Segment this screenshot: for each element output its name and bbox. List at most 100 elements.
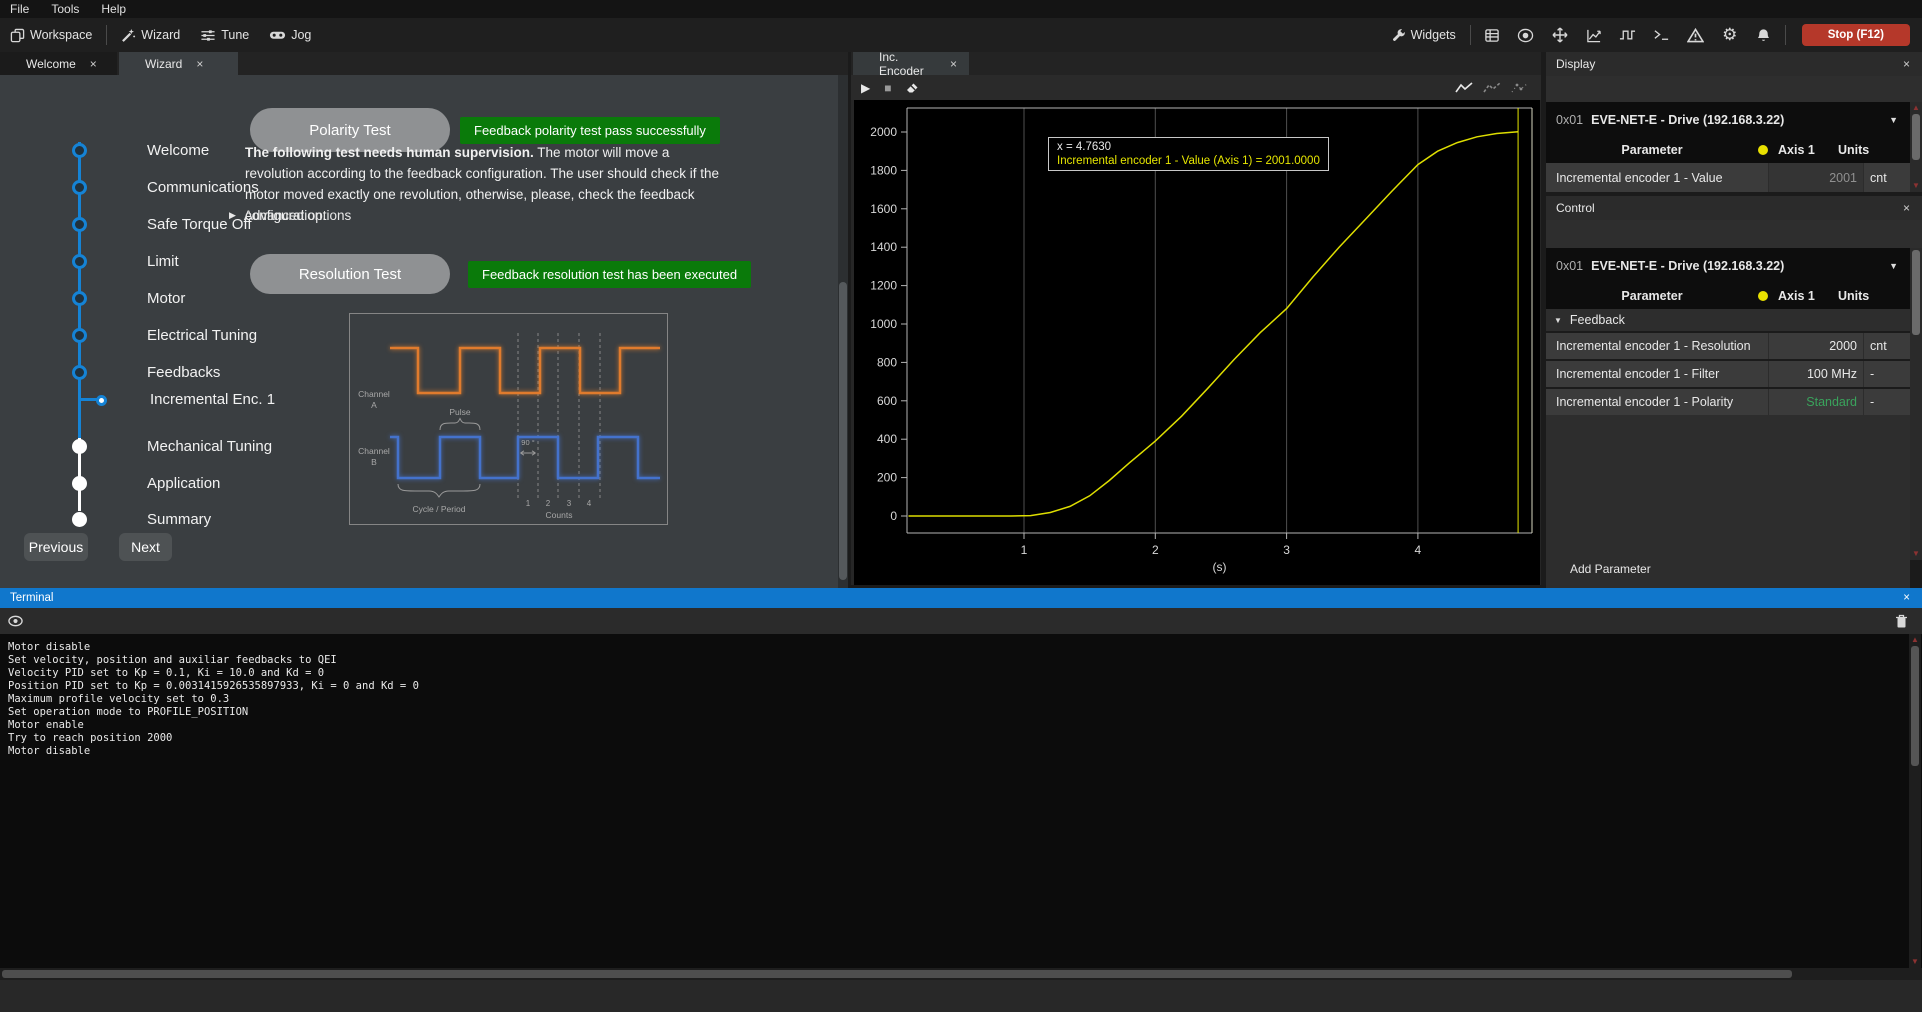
tab-wizard[interactable]: Wizard × xyxy=(119,52,238,75)
wizard-scrollbar[interactable] xyxy=(838,75,848,588)
eraser-icon[interactable] xyxy=(905,82,919,94)
menu-file[interactable]: File xyxy=(10,2,29,16)
count-1: 1 xyxy=(526,499,531,508)
control-row-filter[interactable]: Incremental encoder 1 - Filter 100 MHz - xyxy=(1546,361,1910,387)
parameter-value[interactable]: 2000 xyxy=(1768,333,1864,359)
control-row-resolution[interactable]: Incremental encoder 1 - Resolution 2000 … xyxy=(1546,333,1910,359)
chevron-down-icon: ▼ xyxy=(1554,316,1562,325)
close-icon[interactable]: × xyxy=(1891,201,1922,215)
eye-icon[interactable] xyxy=(1515,24,1537,46)
scrollbar-thumb[interactable] xyxy=(1911,646,1919,766)
line-chart-icon[interactable] xyxy=(1583,24,1605,46)
stop-capture-button[interactable]: ■ xyxy=(884,81,891,95)
warning-icon[interactable] xyxy=(1685,24,1707,46)
terminal-hscrollbar[interactable] xyxy=(0,968,1922,980)
control-scrollbar[interactable]: ▼ xyxy=(1910,248,1922,560)
scrollbar-thumb[interactable] xyxy=(2,970,1792,978)
wizard-step-application[interactable]: Application xyxy=(0,475,240,493)
scrollbar-thumb[interactable] xyxy=(1912,250,1920,335)
terminal-icon[interactable] xyxy=(1651,24,1673,46)
resolution-test-button[interactable]: Resolution Test xyxy=(250,254,450,294)
jog-button[interactable]: Jog xyxy=(259,18,321,52)
chart-tooltip: x = 4.7630 Incremental encoder 1 - Value… xyxy=(1048,137,1329,171)
scroll-down-icon[interactable]: ▼ xyxy=(1911,181,1921,191)
previous-button[interactable]: Previous xyxy=(24,533,88,561)
sliders-icon xyxy=(200,28,216,43)
play-button[interactable]: ▶ xyxy=(861,81,870,95)
move-icon[interactable] xyxy=(1549,24,1571,46)
wizard-step-summary[interactable]: Summary xyxy=(0,511,240,529)
gear-icon[interactable]: ⚙ xyxy=(1719,24,1741,46)
wizard-step-motor[interactable]: Motor xyxy=(0,290,240,308)
close-icon[interactable]: × xyxy=(1903,592,1910,604)
parameter-value[interactable]: Standard xyxy=(1768,389,1864,415)
wizard-step-communications[interactable]: Communications xyxy=(0,179,240,197)
menu-tools[interactable]: Tools xyxy=(51,2,79,16)
add-parameter-button[interactable]: Add Parameter xyxy=(1570,562,1651,576)
wizard-step-electrical-tuning[interactable]: Electrical Tuning xyxy=(0,327,240,345)
wizard-step-incremental-enc-1[interactable]: Incremental Enc. 1 xyxy=(0,391,240,409)
tab-inc-encoder[interactable]: Inc. Encoder × xyxy=(853,52,969,75)
y-tick-label: 0 xyxy=(890,509,897,523)
wizard-step-safe-torque-off[interactable]: Safe Torque Off xyxy=(0,216,240,234)
scroll-down-icon[interactable]: ▼ xyxy=(1911,549,1921,559)
chevron-down-icon[interactable]: ▼ xyxy=(1889,261,1898,271)
pulse-brace xyxy=(440,419,480,431)
close-icon[interactable]: × xyxy=(1891,57,1922,71)
close-icon[interactable]: × xyxy=(950,57,957,71)
chart-plot[interactable]: 0200400600800100012001400160018002000123… xyxy=(854,100,1540,585)
scroll-up-icon[interactable]: ▲ xyxy=(1910,635,1920,645)
display-device-selector[interactable]: 0x01 EVE-NET-E - Drive (192.168.3.22) ▼ xyxy=(1546,102,1910,137)
feedback-group-row[interactable]: ▼ Feedback xyxy=(1546,309,1910,331)
square-wave-icon[interactable] xyxy=(1617,24,1639,46)
tune-button[interactable]: Tune xyxy=(190,18,259,52)
tab-welcome[interactable]: Welcome × xyxy=(0,52,117,75)
chevron-down-icon[interactable]: ▼ xyxy=(1889,115,1898,125)
display-scrollbar[interactable]: ▲ ▼ xyxy=(1910,102,1922,192)
parameter-name: Incremental encoder 1 - Filter xyxy=(1546,367,1768,381)
close-icon[interactable]: × xyxy=(90,57,97,71)
menu-help[interactable]: Help xyxy=(101,2,126,16)
control-device-selector[interactable]: 0x01 EVE-NET-E - Drive (192.168.3.22) ▼ xyxy=(1546,248,1910,283)
scrollbar-thumb[interactable] xyxy=(1912,114,1920,160)
wizard-step-limit[interactable]: Limit xyxy=(0,253,240,271)
next-button[interactable]: Next xyxy=(119,533,172,561)
eye-icon[interactable] xyxy=(8,615,23,627)
terminal-output[interactable]: Motor disableSet velocity, position and … xyxy=(0,634,1922,968)
workspace-label: Workspace xyxy=(30,28,92,42)
stop-button[interactable]: Stop (F12) xyxy=(1802,24,1910,46)
wizard-step-feedbacks[interactable]: Feedbacks xyxy=(0,364,240,382)
step-done-dot xyxy=(72,365,87,380)
terminal-scrollbar[interactable]: ▲ ▼ xyxy=(1909,634,1921,968)
terminal-line: Position PID set to Kp = 0.0031415926535… xyxy=(8,680,1922,693)
terminal-titlebar[interactable]: Terminal × xyxy=(0,588,1922,608)
parameter-value[interactable]: 100 MHz xyxy=(1768,361,1864,387)
terminal-line: Set velocity, position and auxiliar feed… xyxy=(8,654,1922,667)
table-icon[interactable] xyxy=(1481,24,1503,46)
step-todo-dot xyxy=(72,476,87,491)
widgets-button[interactable]: Widgets xyxy=(1382,18,1466,52)
device-name: EVE-NET-E - Drive (192.168.3.22) xyxy=(1591,113,1784,127)
scroll-up-icon[interactable]: ▲ xyxy=(1911,103,1921,113)
wizard-step-welcome[interactable]: Welcome xyxy=(0,142,240,160)
close-icon[interactable]: × xyxy=(196,57,203,71)
terminal-line: Motor disable xyxy=(8,641,1922,654)
bell-icon[interactable] xyxy=(1753,24,1775,46)
curve-style-line-icon[interactable] xyxy=(1455,82,1473,94)
display-row-encoder-value[interactable]: Incremental encoder 1 - Value 2001 cnt xyxy=(1546,163,1910,192)
control-row-polarity[interactable]: Incremental encoder 1 - Polarity Standar… xyxy=(1546,389,1910,415)
curve-style-dashed-icon[interactable] xyxy=(1483,82,1501,94)
column-axis: Axis 1 xyxy=(1778,289,1838,303)
chart-area[interactable]: 0200400600800100012001400160018002000123… xyxy=(854,100,1540,585)
terminal-line: Velocity PID set to Kp = 0.1, Ki = 10.0 … xyxy=(8,667,1922,680)
column-parameter: Parameter xyxy=(1546,143,1758,157)
scroll-down-icon[interactable]: ▼ xyxy=(1910,957,1920,967)
scrollbar-thumb[interactable] xyxy=(839,282,847,580)
wizard-button[interactable]: Wizard xyxy=(111,18,190,52)
workspace-button[interactable]: Workspace xyxy=(0,18,102,52)
curve-style-points-icon[interactable] xyxy=(1511,82,1529,94)
display-table-header: Parameter Axis 1 Units xyxy=(1546,137,1910,163)
wizard-step-mechanical-tuning[interactable]: Mechanical Tuning xyxy=(0,438,240,456)
advanced-options-toggle[interactable]: ▶ Advanced options xyxy=(229,208,351,223)
trash-icon[interactable] xyxy=(1895,614,1908,629)
